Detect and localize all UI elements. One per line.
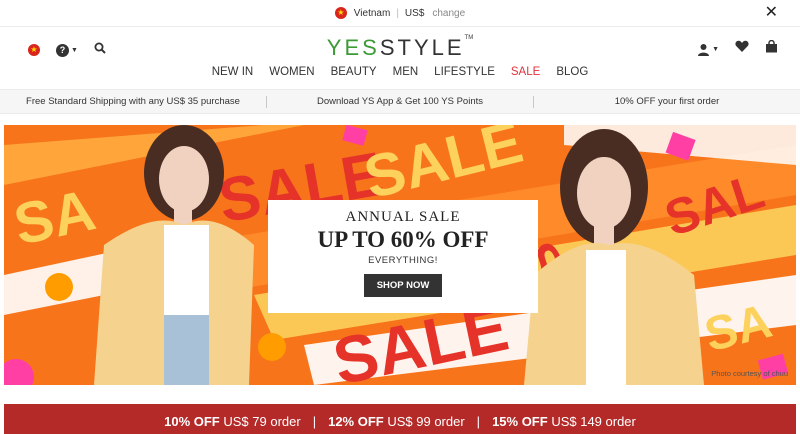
region-country: Vietnam <box>353 7 391 19</box>
nav-blog[interactable]: BLOG <box>556 66 588 78</box>
shopping-bag-icon[interactable] <box>765 39 778 58</box>
nav-women[interactable]: WOMEN <box>269 66 314 78</box>
hero-banner[interactable]: SA SALE SALE SALE SAL SA SAL ANNUAL SALE… <box>4 125 796 385</box>
offer-divider: | <box>476 414 481 429</box>
nav-men[interactable]: MEN <box>393 66 419 78</box>
promo-free-shipping[interactable]: Free Standard Shipping with any US$ 35 p… <box>0 96 266 107</box>
offer-tier-2: 12% OFF US$ 99 order <box>328 414 465 429</box>
offer-threshold: US$ 99 order <box>387 414 465 429</box>
nav-beauty[interactable]: BEAUTY <box>331 66 377 78</box>
promo-first-order[interactable]: 10% OFF your first order <box>534 96 800 107</box>
close-icon[interactable]: ✕ <box>765 5 778 21</box>
chevron-down-icon: ▼ <box>712 45 719 53</box>
offer-divider: | <box>312 414 317 429</box>
promo-strip: Free Standard Shipping with any US$ 35 p… <box>0 89 800 114</box>
region-currency: US$ <box>404 7 425 19</box>
sale-headline: UP TO 60% OFF <box>317 227 489 252</box>
sale-subheading: EVERYTHING! <box>368 255 438 266</box>
nav-new-in[interactable]: NEW IN <box>212 66 254 78</box>
main-navigation: NEW IN WOMEN BEAUTY MEN LIFESTYLE SALE B… <box>0 66 800 78</box>
region-bar: Vietnam | US$ change ✕ <box>0 0 800 27</box>
yesstyle-logo[interactable]: YESSTYLETM <box>0 35 800 61</box>
logo-style: STYLE <box>379 35 465 60</box>
shop-now-button[interactable]: SHOP NOW <box>364 274 442 297</box>
offer-percent: 12% OFF <box>328 414 384 429</box>
logo-trademark: TM <box>464 35 474 41</box>
offer-percent: 10% OFF <box>164 414 220 429</box>
sale-promo-box: ANNUAL SALE UP TO 60% OFF EVERYTHING! SH… <box>268 200 538 313</box>
offer-threshold: US$ 149 order <box>551 414 636 429</box>
sale-kicker: ANNUAL SALE <box>345 209 461 225</box>
photo-credit: Photo courtesy of chuu <box>711 369 788 378</box>
account-button[interactable]: ▼ <box>697 43 719 56</box>
offer-tier-1: 10% OFF US$ 79 order <box>164 414 301 429</box>
nav-lifestyle[interactable]: LIFESTYLE <box>434 66 495 78</box>
offer-tier-3: 15% OFF US$ 149 order <box>492 414 636 429</box>
offer-percent: 15% OFF <box>492 414 548 429</box>
header-right-tools: ▼ <box>697 39 778 58</box>
change-region-link[interactable]: change <box>432 8 465 19</box>
nav-sale[interactable]: SALE <box>511 66 540 78</box>
logo-yes: YES <box>326 35 380 60</box>
tiered-offers-bar[interactable]: 10% OFF US$ 79 order | 12% OFF US$ 99 or… <box>4 404 796 434</box>
wishlist-heart-icon[interactable] <box>735 40 749 58</box>
user-icon <box>698 43 710 56</box>
region-separator: | <box>396 7 399 19</box>
promo-app-download[interactable]: Download YS App & Get 100 YS Points <box>267 96 533 107</box>
vietnam-flag-icon <box>334 6 347 20</box>
site-header: ? ▼ YESSTYLETM ▼ NEW IN WOMEN BEAUTY MEN… <box>0 27 800 89</box>
offer-threshold: US$ 79 order <box>223 414 301 429</box>
